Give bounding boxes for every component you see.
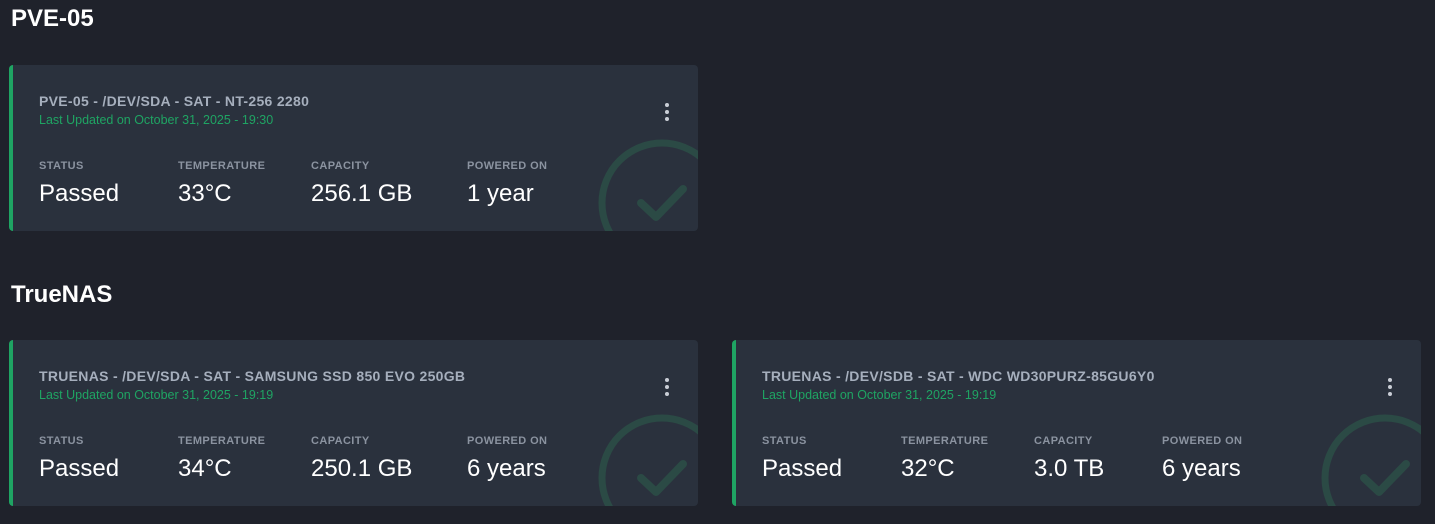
stat-label: CAPACITY [311, 160, 370, 172]
stat-status: STATUS Passed [762, 435, 842, 483]
stat-capacity: CAPACITY 256.1 GB [311, 160, 412, 208]
stat-value: 34°C [178, 455, 232, 482]
disk-card-title: TRUENAS - /DEV/SDA - SAT - SAMSUNG SSD 8… [39, 368, 466, 384]
stat-label: POWERED ON [467, 435, 548, 447]
group-title-pve-05: PVE-05 [11, 5, 94, 32]
stat-temperature: TEMPERATURE 33°C [178, 160, 265, 208]
stat-label: POWERED ON [1162, 435, 1243, 447]
disk-card-truenas-sdb[interactable]: TRUENAS - /DEV/SDB - SAT - WDC WD30PURZ-… [732, 340, 1421, 506]
stat-capacity: CAPACITY 3.0 TB [1034, 435, 1104, 483]
stat-label: TEMPERATURE [178, 435, 266, 447]
stat-status: STATUS Passed [39, 435, 119, 483]
stat-value: Passed [39, 180, 120, 207]
stat-temperature: TEMPERATURE 34°C [178, 435, 265, 483]
stat-status: STATUS Passed [39, 160, 119, 208]
stat-powered-on: POWERED ON 6 years [467, 435, 547, 483]
last-updated-text: Last Updated on October 31, 2025 - 19:30 [39, 113, 274, 127]
stat-value: 3.0 TB [1034, 455, 1105, 482]
more-vertical-icon[interactable] [660, 101, 674, 123]
more-vertical-icon[interactable] [660, 376, 674, 398]
stat-capacity: CAPACITY 250.1 GB [311, 435, 412, 483]
stat-label: POWERED ON [467, 160, 548, 172]
stat-value: Passed [39, 455, 120, 482]
stat-powered-on: POWERED ON 6 years [1162, 435, 1242, 483]
stat-label: CAPACITY [1034, 435, 1093, 447]
disk-health-page: PVE-05 PVE-05 - /DEV/SDA - SAT - NT-256 … [0, 0, 1435, 524]
last-updated-text: Last Updated on October 31, 2025 - 19:19 [762, 388, 997, 402]
stat-value: 32°C [901, 455, 955, 482]
stat-value: 1 year [467, 180, 534, 207]
disk-card-pve-05-sda[interactable]: PVE-05 - /DEV/SDA - SAT - NT-256 2280 La… [9, 65, 698, 231]
stat-value: Passed [762, 455, 843, 482]
stat-label: TEMPERATURE [178, 160, 266, 172]
check-circle-icon [598, 139, 698, 231]
stat-label: TEMPERATURE [901, 435, 989, 447]
check-circle-icon [1321, 414, 1421, 506]
stat-value: 33°C [178, 180, 232, 207]
check-circle-icon [598, 414, 698, 506]
stat-label: STATUS [762, 435, 807, 447]
more-vertical-icon[interactable] [1383, 376, 1397, 398]
stat-powered-on: POWERED ON 1 year [467, 160, 547, 208]
stat-value: 256.1 GB [311, 180, 413, 207]
disk-card-title: TRUENAS - /DEV/SDB - SAT - WDC WD30PURZ-… [762, 368, 1155, 384]
disk-card-title: PVE-05 - /DEV/SDA - SAT - NT-256 2280 [39, 93, 310, 109]
stat-value: 6 years [467, 455, 546, 482]
stat-label: CAPACITY [311, 435, 370, 447]
stat-temperature: TEMPERATURE 32°C [901, 435, 988, 483]
disk-card-truenas-sda[interactable]: TRUENAS - /DEV/SDA - SAT - SAMSUNG SSD 8… [9, 340, 698, 506]
stat-label: STATUS [39, 435, 84, 447]
last-updated-text: Last Updated on October 31, 2025 - 19:19 [39, 388, 274, 402]
stat-label: STATUS [39, 160, 84, 172]
group-title-truenas: TrueNAS [11, 281, 113, 308]
stat-value: 250.1 GB [311, 455, 413, 482]
stat-value: 6 years [1162, 455, 1241, 482]
